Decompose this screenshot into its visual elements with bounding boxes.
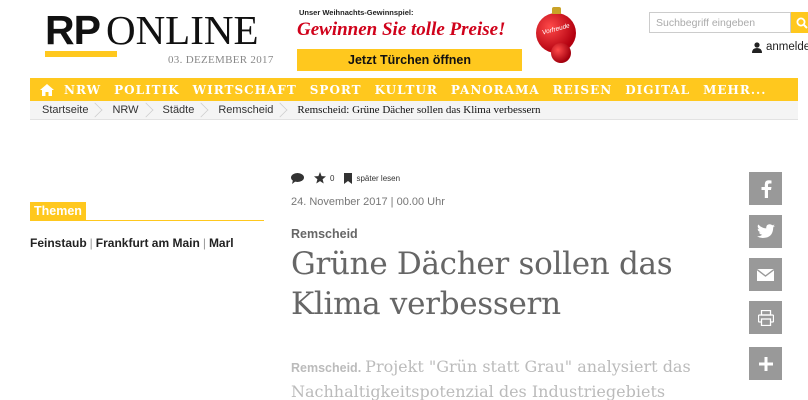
header-date: 03. DEZEMBER 2017 [168,54,274,66]
nav-item-politik[interactable]: POLITIK [114,83,180,97]
themen-separator: | [89,236,93,250]
themen-label: Themen [30,202,86,221]
site-logo[interactable]: RP ONLINE [45,7,259,57]
breadcrumb-current: Remscheid: Grüne Dächer sollen das Klima… [297,103,541,116]
read-later-label: später lesen [356,173,401,183]
breadcrumb: Startseite NRW Städte Remscheid Remschei… [30,101,798,120]
article-teaser: Remscheid. Projekt "Grün statt Grau" anal… [291,355,731,400]
article-date: 24. November 2017 | 00.00 Uhr [291,196,445,208]
logo-rp: RP [45,7,117,57]
ornament-label: Vorfreude [541,22,571,37]
promo-button[interactable]: Jetzt Türchen öffnen [297,49,522,71]
themen-link-feinstaub[interactable]: Feinstaub [30,236,87,250]
home-icon [40,83,54,96]
breadcrumb-nrw[interactable]: NRW [100,101,150,120]
twitter-icon [756,224,775,238]
promo-banner[interactable]: Unser Weihnachts-Gewinnspiel: Gewinnen S… [293,5,576,71]
breadcrumb-staedte[interactable]: Städte [151,101,207,120]
themen-link-frankfurt[interactable]: Frankfurt am Main [96,236,200,250]
themen-separator: | [202,236,206,250]
nav-item-reisen[interactable]: REISEN [553,83,613,97]
share-twitter-button[interactable] [749,215,782,248]
article-headline: Grüne Dächer sollen das Klima verbessern [291,246,673,322]
breadcrumb-startseite[interactable]: Startseite [30,101,100,120]
share-print-button[interactable] [749,301,782,334]
rating-count: 0 [330,173,335,183]
search-form [649,12,808,33]
themen-header: Themen [30,202,264,221]
email-icon [757,268,774,281]
nav-item-panorama[interactable]: PANORAMA [451,83,540,97]
comment-icon [291,172,304,184]
user-icon [752,41,762,53]
login-label: anmelden [766,41,808,53]
site-header: RP ONLINE 03. DEZEMBER 2017 Unser Weihnac… [30,0,808,78]
nav-item-digital[interactable]: DIGITAL [625,83,690,97]
article-tools: 0 später lesen [291,172,410,184]
teaser-location: Remscheid. [291,361,362,375]
nav-home[interactable] [30,78,64,101]
read-later-button[interactable]: später lesen [344,172,401,184]
share-more-button[interactable] [749,347,782,380]
login-link[interactable]: anmelden [752,41,808,53]
nav-item-mehr[interactable]: MEHR... [703,83,766,97]
breadcrumb-remscheid[interactable]: Remscheid [206,101,285,120]
print-icon [757,309,774,326]
nav-item-wirtschaft[interactable]: WIRTSCHAFT [193,83,297,97]
search-input[interactable] [649,12,791,33]
nav-item-kultur[interactable]: KULTUR [375,83,438,97]
nav-item-sport[interactable]: SPORT [310,83,362,97]
comment-button[interactable] [291,172,304,184]
facebook-icon [761,179,771,198]
search-icon [796,17,808,29]
article-kicker: Remscheid [291,227,358,241]
bookmark-icon [344,172,353,184]
share-facebook-button[interactable] [749,172,782,205]
promo-title: Gewinnen Sie tolle Preise! [297,19,506,40]
logo-online: ONLINE [105,7,259,53]
promo-kicker: Unser Weihnachts-Gewinnspiel: [299,8,414,17]
ornament-small-icon [551,43,571,63]
plus-icon [758,356,773,371]
themen-links: Feinstaub | Frankfurt am Main | Marl [30,236,234,250]
nav-item-nrw[interactable]: NRW [64,83,101,97]
search-button[interactable] [791,12,808,33]
star-icon [314,172,326,184]
rating-button[interactable]: 0 [314,172,334,184]
main-nav: NRW POLITIK WIRTSCHAFT SPORT KULTUR PANO… [30,78,798,101]
themen-link-marl[interactable]: Marl [209,236,234,250]
share-email-button[interactable] [749,258,782,291]
